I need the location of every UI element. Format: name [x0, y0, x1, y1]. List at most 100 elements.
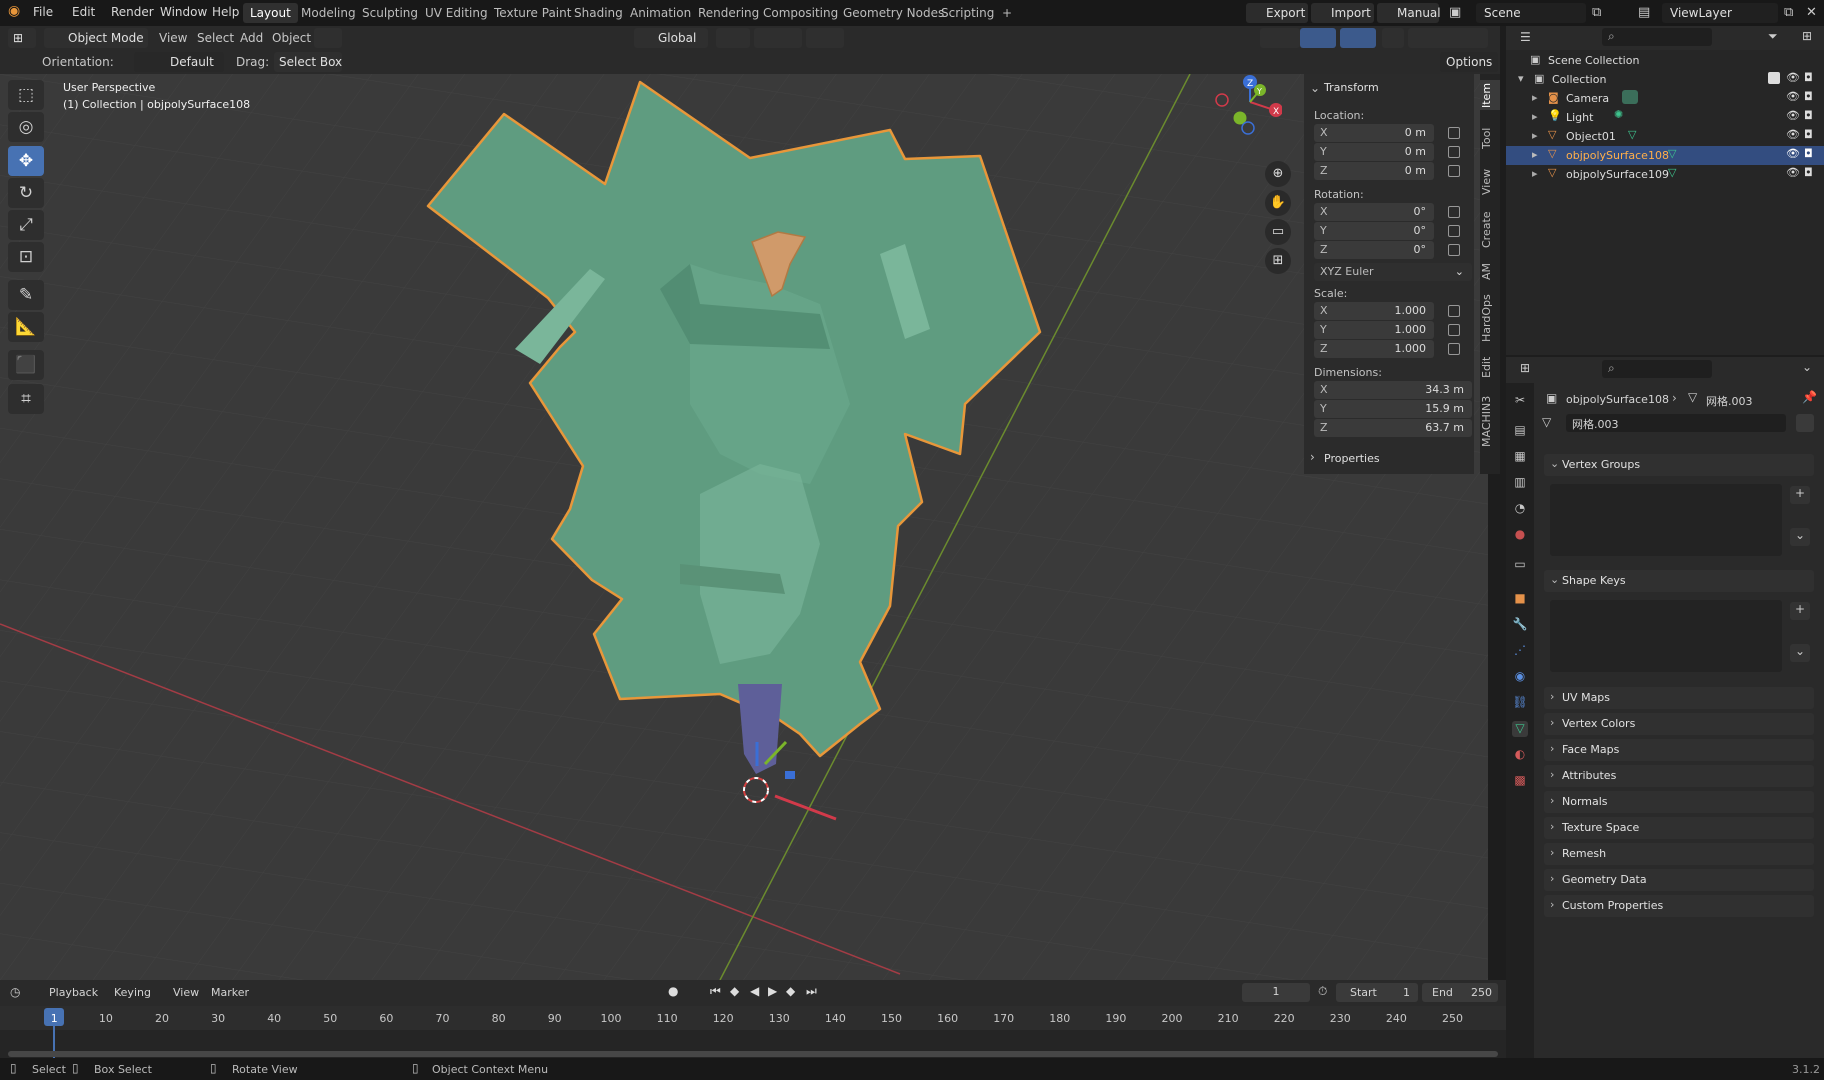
modifier-tab-icon[interactable]: 🔧	[1512, 617, 1528, 633]
lock-icon[interactable]	[1448, 206, 1460, 218]
vertex-group-menu-button[interactable]: ⌄	[1790, 528, 1810, 546]
proportional-editing-icon[interactable]	[806, 28, 844, 48]
tab-scripting[interactable]: Scripting	[934, 3, 1001, 23]
menu-window[interactable]: Window	[160, 5, 207, 19]
section-vertex-groups[interactable]: ⌄ Vertex Groups	[1544, 454, 1814, 476]
select-box-tool-icon[interactable]: ⬚	[8, 80, 44, 110]
options-dropdown[interactable]: Options	[1440, 52, 1498, 72]
properties-editor-icon[interactable]: ⊞	[1520, 361, 1530, 375]
scene-field[interactable]: Scene	[1476, 3, 1586, 23]
camera-view-icon[interactable]: ▭	[1265, 219, 1291, 245]
lock-icon[interactable]	[1448, 146, 1460, 158]
keying-menu[interactable]: Keying	[114, 986, 151, 999]
rotation-x-field[interactable]: X 0°	[1314, 203, 1434, 221]
dimensions-y-field[interactable]: Y 15.9 m	[1314, 400, 1472, 418]
tab-view[interactable]: View	[1480, 166, 1500, 198]
rotation-y-field[interactable]: Y 0°	[1314, 222, 1434, 240]
cursor-tool-icon[interactable]: ◎	[8, 112, 44, 142]
gizmo-toggle-icon[interactable]	[1300, 28, 1336, 48]
section-texture-space[interactable]: › Texture Space	[1544, 817, 1814, 839]
tab-animation[interactable]: Animation	[623, 3, 698, 23]
mesh-name-field[interactable]: 网格.003	[1566, 414, 1786, 432]
rotation-mode-dropdown[interactable]: XYZ Euler ⌄	[1314, 263, 1472, 281]
eye-icon[interactable]: 👁	[1786, 166, 1800, 179]
render-tab-icon[interactable]: ▤	[1512, 423, 1528, 439]
section-attributes[interactable]: › Attributes	[1544, 765, 1814, 787]
pivot-point-icon[interactable]	[716, 28, 750, 48]
location-x-field[interactable]: X 0 m	[1314, 124, 1434, 142]
tab-layout[interactable]: Layout	[243, 3, 298, 23]
object-menu[interactable]: Object	[272, 31, 311, 45]
jump-end-icon[interactable]: ⏭	[806, 984, 817, 999]
select-menu[interactable]: Select	[197, 31, 234, 45]
overlay-toggle-icon[interactable]	[1340, 28, 1376, 48]
camera-render-icon[interactable]: ◘	[1804, 147, 1813, 160]
shape-key-menu-button[interactable]: ⌄	[1790, 644, 1810, 662]
new-collection-icon[interactable]: ⊞	[1802, 29, 1812, 43]
chevron-right-icon[interactable]: ▸	[1532, 110, 1538, 123]
shading-modes[interactable]	[1408, 28, 1488, 48]
dimensions-x-field[interactable]: X 34.3 m	[1314, 381, 1472, 399]
outliner-row-light[interactable]: ▸ 💡 Light ✺ 👁 ◘	[1506, 108, 1824, 127]
tab-hardops[interactable]: HardOps	[1480, 290, 1500, 346]
section-vertex-colors[interactable]: › Vertex Colors	[1544, 713, 1814, 735]
lock-icon[interactable]	[1448, 127, 1460, 139]
play-reverse-icon[interactable]: ◀	[750, 984, 759, 998]
lock-icon[interactable]	[1448, 343, 1460, 355]
tab-machin3[interactable]: MACHIN3	[1480, 388, 1500, 454]
eye-icon[interactable]: 👁	[1786, 109, 1800, 122]
3d-viewport[interactable]: User Perspective (1) Collection | objpol…	[0, 74, 1488, 980]
dimensions-z-field[interactable]: Z 63.7 m	[1314, 419, 1472, 437]
play-icon[interactable]: ▶	[768, 984, 777, 998]
view-menu[interactable]: View	[159, 31, 187, 45]
checkbox-icon[interactable]	[1768, 72, 1780, 84]
record-icon[interactable]: ●	[668, 984, 678, 998]
scale-z-field[interactable]: Z 1.000	[1314, 340, 1434, 358]
add-cube-tool-icon[interactable]: ⬛	[8, 350, 44, 380]
jump-start-icon[interactable]: ⏮	[710, 984, 721, 999]
view-menu[interactable]: View	[173, 986, 199, 999]
world-tab-icon[interactable]: ●	[1512, 527, 1528, 543]
outliner-row-objpolysurface108[interactable]: ▸ ▽ objpolySurface108 ▽ 👁 ◘	[1506, 146, 1824, 165]
camera-render-icon[interactable]: ◘	[1804, 71, 1813, 84]
camera-render-icon[interactable]: ◘	[1804, 128, 1813, 141]
lock-icon[interactable]	[1448, 225, 1460, 237]
perspective-toggle-icon[interactable]: ⊞	[1265, 248, 1291, 274]
properties-header[interactable]: Properties	[1324, 452, 1380, 465]
zoom-icon[interactable]: ⊕	[1265, 161, 1291, 187]
collection-tab-icon[interactable]: ▭	[1512, 557, 1528, 573]
prev-keyframe-icon[interactable]: ◆	[730, 984, 739, 998]
material-tab-icon[interactable]: ◐	[1512, 747, 1528, 763]
add-shape-key-button[interactable]: +	[1790, 602, 1810, 620]
outliner-row-camera[interactable]: ▸ ◙ Camera 👁 ◘	[1506, 89, 1824, 108]
measure-tool-icon[interactable]: 📐	[8, 312, 44, 342]
camera-render-icon[interactable]: ◘	[1804, 166, 1813, 179]
eye-icon[interactable]: 👁	[1786, 128, 1800, 141]
outliner-row-scene-collection[interactable]: ▣ Scene Collection	[1506, 51, 1824, 70]
menu-edit[interactable]: Edit	[72, 5, 95, 19]
scene-browse-icon[interactable]: ▣	[1449, 5, 1467, 21]
tab-am[interactable]: AM	[1480, 258, 1500, 284]
particles-tab-icon[interactable]: ⋰	[1512, 643, 1528, 659]
start-frame-field[interactable]: Start 1	[1336, 983, 1418, 1002]
rotate-tool-icon[interactable]: ↻	[8, 178, 44, 208]
orientation-dropdown[interactable]: Default	[134, 52, 224, 72]
lock-icon[interactable]	[1448, 165, 1460, 177]
tab-uv-editing[interactable]: UV Editing	[418, 3, 495, 23]
tab-edit[interactable]: Edit	[1480, 352, 1500, 382]
chevron-down-icon[interactable]: ⌄	[1310, 81, 1320, 95]
playback-menu[interactable]: Playback	[49, 986, 98, 999]
chevron-down-icon[interactable]: ⌄	[1802, 360, 1812, 374]
transform-header[interactable]: Transform	[1324, 81, 1379, 94]
eye-icon[interactable]: 👁	[1786, 71, 1800, 84]
tab-modeling[interactable]: Modeling	[294, 3, 363, 23]
transform-orientation-dropdown[interactable]: Global	[634, 28, 708, 48]
section-uv-maps[interactable]: › UV Maps	[1544, 687, 1814, 709]
mode-options-icon[interactable]	[314, 28, 342, 48]
physics-tab-icon[interactable]: ◉	[1512, 669, 1528, 685]
timeline-editor-icon[interactable]: ◷	[10, 985, 20, 999]
snap-icon[interactable]	[754, 28, 802, 48]
tab-create[interactable]: Create	[1480, 208, 1500, 252]
tab-tool[interactable]: Tool	[1480, 122, 1500, 154]
location-y-field[interactable]: Y 0 m	[1314, 143, 1434, 161]
